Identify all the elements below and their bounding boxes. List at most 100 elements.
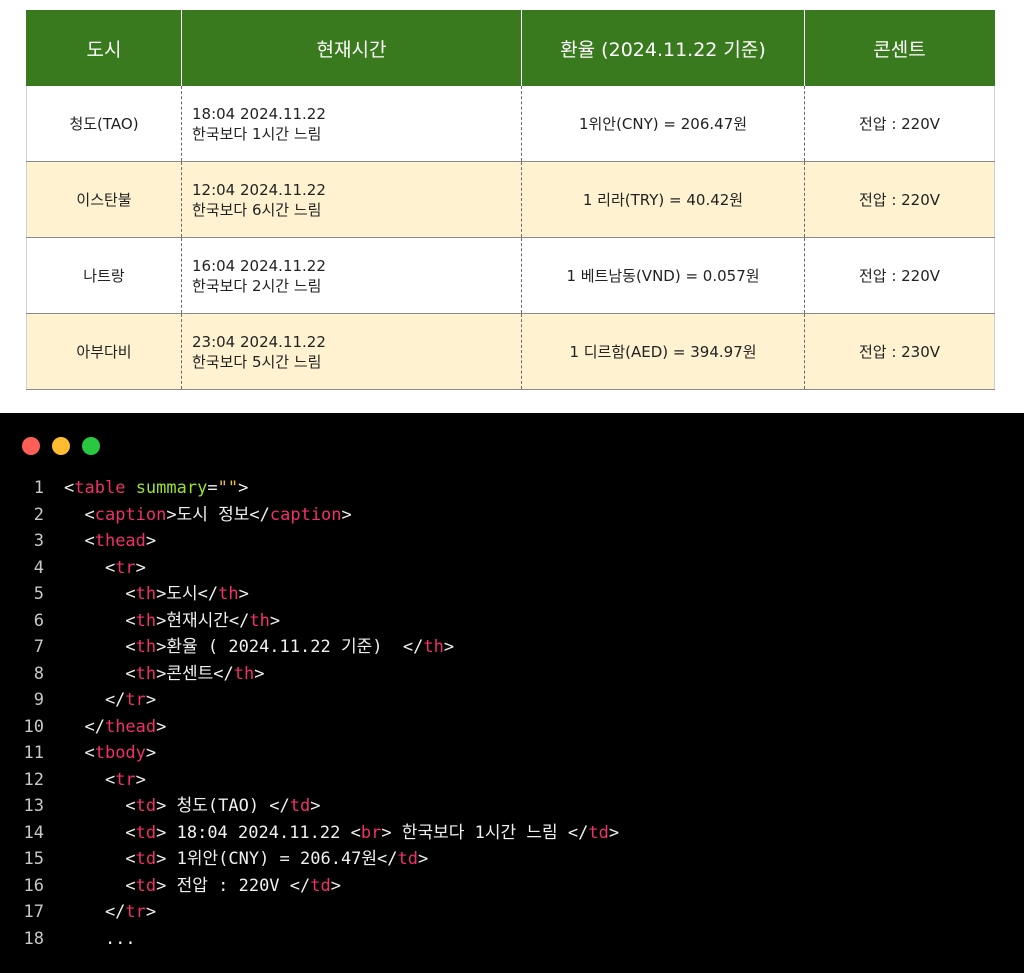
tag-token: td: [135, 822, 157, 843]
tag-token: th: [249, 610, 270, 631]
code-line[interactable]: 8 <th>콘센트</th>: [0, 661, 1024, 688]
cell-time-value: 18:04 2024.11.22: [192, 104, 326, 123]
tag-token: th: [233, 663, 255, 684]
code-line[interactable]: 13 <td> 청도(TAO) </td>: [0, 793, 1024, 820]
code-line[interactable]: 4 <tr>: [0, 555, 1024, 582]
code-line[interactable]: 6 <th>현재시간</th>: [0, 608, 1024, 635]
text-token: >: [254, 663, 265, 684]
cell-outlet: 전압 : 220V: [804, 86, 995, 162]
line-number: 3: [33, 531, 44, 551]
text-token: > 한국보다 1시간 느림 </: [381, 822, 589, 843]
text-token: >: [238, 584, 249, 604]
table-row: 아부다비 23:04 2024.11.22 한국보다 5시간 느림 1 디르함(…: [26, 313, 995, 390]
line-number: 9: [33, 690, 44, 710]
cell-time-diff: 한국보다 6시간 느림: [192, 200, 322, 219]
tag-token: td: [135, 875, 157, 896]
line-number: 7: [33, 637, 44, 657]
text-token: >환율 ( 2024.11.22 기준) </: [156, 637, 424, 657]
code-text: <th>콘센트</th>: [64, 661, 265, 688]
code-text: <thead>: [64, 528, 156, 555]
cell-city: 청도(TAO): [26, 86, 182, 162]
table-preview-panel: 도시 현재시간 환율 (2024.11.22 기준) 콘센트 청도(TAO) 1…: [0, 0, 1024, 413]
code-line[interactable]: 15 <td> 1위안(CNY) = 206.47원</td>: [0, 846, 1024, 873]
text-token: >: [443, 637, 455, 657]
cell-outlet: 전압 : 230V: [804, 313, 995, 390]
code-area[interactable]: 1 <table summary=""> 2 <caption>도시 정보</cap…: [0, 475, 1024, 952]
code-editor-window: 1 <table summary=""> 2 <caption>도시 정보</cap…: [0, 413, 1024, 973]
code-text: <td> 청도(TAO) </td>: [64, 793, 320, 820]
text-token: >: [238, 478, 249, 498]
code-line[interactable]: 1 <table summary="">: [0, 475, 1024, 502]
code-line[interactable]: 17 </tr>: [0, 899, 1024, 926]
code-text: <table summary="">: [64, 475, 248, 502]
code-line[interactable]: 14 <td> 18:04 2024.11.22 <br> 한국보다 1시간 느…: [0, 820, 1024, 847]
table-row: 이스탄불 12:04 2024.11.22 한국보다 6시간 느림 1 리라(T…: [26, 161, 995, 238]
code-text: </tr>: [64, 687, 156, 714]
minimize-dot-icon[interactable]: [52, 437, 70, 455]
text-token: <: [64, 531, 95, 551]
tag-token: td: [135, 796, 157, 816]
text-token: >: [145, 690, 157, 710]
code-line[interactable]: 7 <th>환율 ( 2024.11.22 기준) </th>: [0, 634, 1024, 661]
text-token: </: [64, 716, 105, 737]
tag-token: caption: [269, 504, 342, 525]
text-token: <: [64, 504, 95, 525]
text-token: <: [64, 796, 136, 816]
line-number: 6: [33, 610, 44, 631]
code-text: <th>도시</th>: [64, 581, 249, 608]
code-line[interactable]: 12 <tr>: [0, 767, 1024, 794]
tag-token: table: [74, 478, 126, 498]
text-token: <: [64, 557, 116, 578]
line-number: 12: [23, 769, 44, 790]
text-token: <: [64, 769, 116, 790]
cell-rate: 1위안(CNY) = 206.47원: [521, 86, 805, 162]
line-number: 1: [33, 478, 44, 498]
code-line[interactable]: 18 ...: [0, 926, 1024, 953]
line-number: 16: [23, 875, 44, 896]
code-line[interactable]: 3 <thead>: [0, 528, 1024, 555]
tag-token: td: [310, 875, 331, 896]
tag-token: th: [423, 637, 444, 657]
tag-token: tr: [125, 902, 146, 922]
line-number: 8: [33, 663, 44, 684]
code-line[interactable]: 11 <tbody>: [0, 740, 1024, 767]
code-text: <tr>: [64, 555, 146, 582]
cell-time-value: 12:04 2024.11.22: [192, 180, 326, 199]
code-text: <td> 18:04 2024.11.22 <br> 한국보다 1시간 느림 <…: [64, 820, 619, 847]
text-token: </: [64, 902, 126, 922]
code-text: <tr>: [64, 767, 146, 794]
tag-token: th: [218, 584, 239, 604]
code-text: </thead>: [64, 714, 166, 741]
text-token: >: [135, 769, 146, 790]
cell-time-value: 16:04 2024.11.22: [192, 256, 326, 275]
text-token: >: [341, 504, 352, 525]
code-line[interactable]: 16 <td> 전압 : 220V </td>: [0, 873, 1024, 900]
cell-time-diff: 한국보다 1시간 느림: [192, 124, 322, 143]
cell-time: 12:04 2024.11.22 한국보다 6시간 느림: [181, 161, 522, 238]
text-token: >도시 정보</: [166, 504, 270, 525]
close-dot-icon[interactable]: [22, 437, 40, 455]
string-token: "": [217, 478, 239, 498]
line-number: 10: [23, 716, 44, 737]
tag-token: thead: [94, 531, 146, 551]
tag-token: td: [135, 849, 157, 869]
cell-outlet: 전압 : 220V: [804, 237, 995, 314]
tag-token: td: [588, 822, 609, 843]
code-text: <td> 전압 : 220V </td>: [64, 873, 341, 900]
text-token: > 18:04 2024.11.22 <: [156, 822, 361, 843]
text-token: >: [608, 822, 620, 843]
line-number: 13: [23, 796, 44, 816]
code-line[interactable]: 2 <caption>도시 정보</caption>: [0, 502, 1024, 529]
code-line[interactable]: 10 </thead>: [0, 714, 1024, 741]
code-line[interactable]: 9 </tr>: [0, 687, 1024, 714]
header-current-time: 현재시간: [181, 10, 522, 86]
text-token: > 전압 : 220V </: [156, 875, 311, 896]
maximize-dot-icon[interactable]: [82, 437, 100, 455]
line-number: 2: [33, 504, 44, 525]
code-line[interactable]: 5 <th>도시</th>: [0, 581, 1024, 608]
cell-city: 나트랑: [26, 237, 182, 314]
cell-rate: 1 디르함(AED) = 394.97원: [521, 313, 805, 390]
tag-token: br: [360, 822, 382, 843]
text-token: <: [64, 822, 136, 843]
